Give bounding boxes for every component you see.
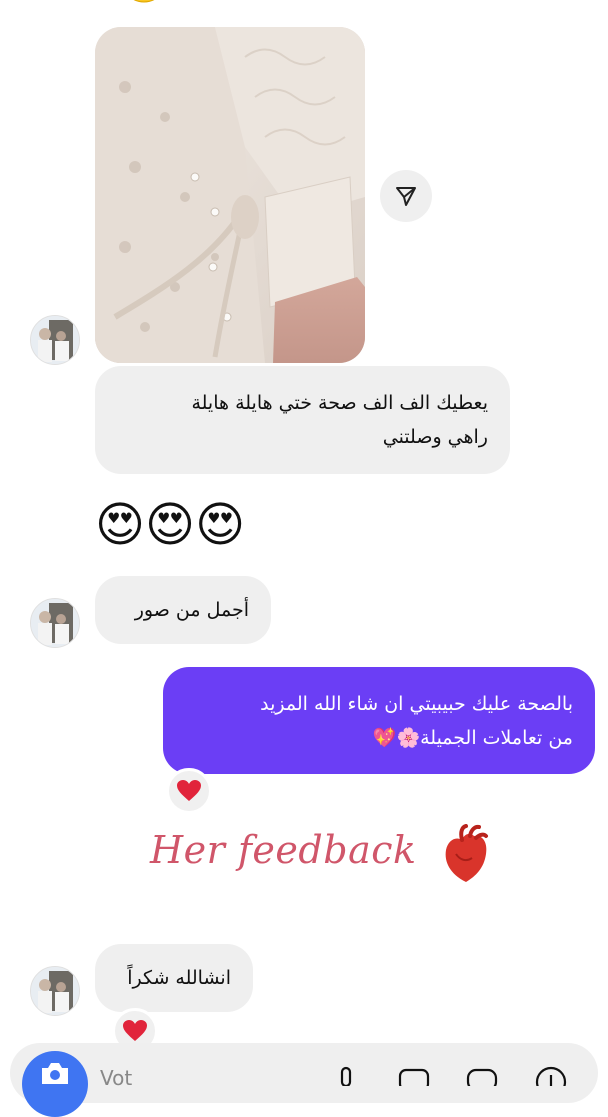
- received-message[interactable]: انشالله شكراً: [95, 944, 253, 1012]
- photo-message[interactable]: [95, 27, 365, 363]
- feedback-overlay-text: Her feedback: [150, 828, 417, 872]
- camera-icon: [42, 1063, 68, 1084]
- add-icon[interactable]: [535, 1066, 567, 1098]
- reaction-badge[interactable]: [166, 768, 212, 814]
- share-button[interactable]: [380, 170, 432, 222]
- heart-icon: [123, 1020, 147, 1041]
- camera-button[interactable]: [22, 1051, 88, 1117]
- received-message[interactable]: يعطيك الف الف صحة ختي هايلة هايلة راهي و…: [95, 366, 510, 474]
- gallery-icon[interactable]: [398, 1068, 430, 1092]
- sender-avatar[interactable]: [30, 966, 80, 1016]
- send-icon: [396, 187, 416, 206]
- message-composer[interactable]: [10, 1043, 598, 1103]
- anatomical-heart-icon: [440, 824, 492, 888]
- sticker-icon[interactable]: [466, 1068, 498, 1092]
- emoji-message[interactable]: 😍😍😍: [95, 495, 285, 555]
- heart-icon: [177, 780, 201, 801]
- message-line: من تعاملات الجميلة🌸💖: [372, 727, 573, 749]
- sender-avatar[interactable]: [30, 315, 80, 365]
- mic-icon[interactable]: [335, 1066, 357, 1090]
- sent-message[interactable]: بالصحة عليك حبيبيتي ان شاء الله المزيد م…: [163, 667, 595, 774]
- sender-avatar[interactable]: [30, 598, 80, 648]
- message-line: يعطيك الف الف صحة ختي هايلة هايلة: [191, 392, 488, 414]
- message-input-placeholder[interactable]: Vot: [100, 1066, 132, 1090]
- partial-emoji-top: [122, 0, 166, 4]
- received-message[interactable]: أجمل من صور: [95, 576, 271, 644]
- message-line: بالصحة عليك حبيبيتي ان شاء الله المزيد: [260, 693, 573, 715]
- message-line: راهي وصلتني: [382, 426, 488, 448]
